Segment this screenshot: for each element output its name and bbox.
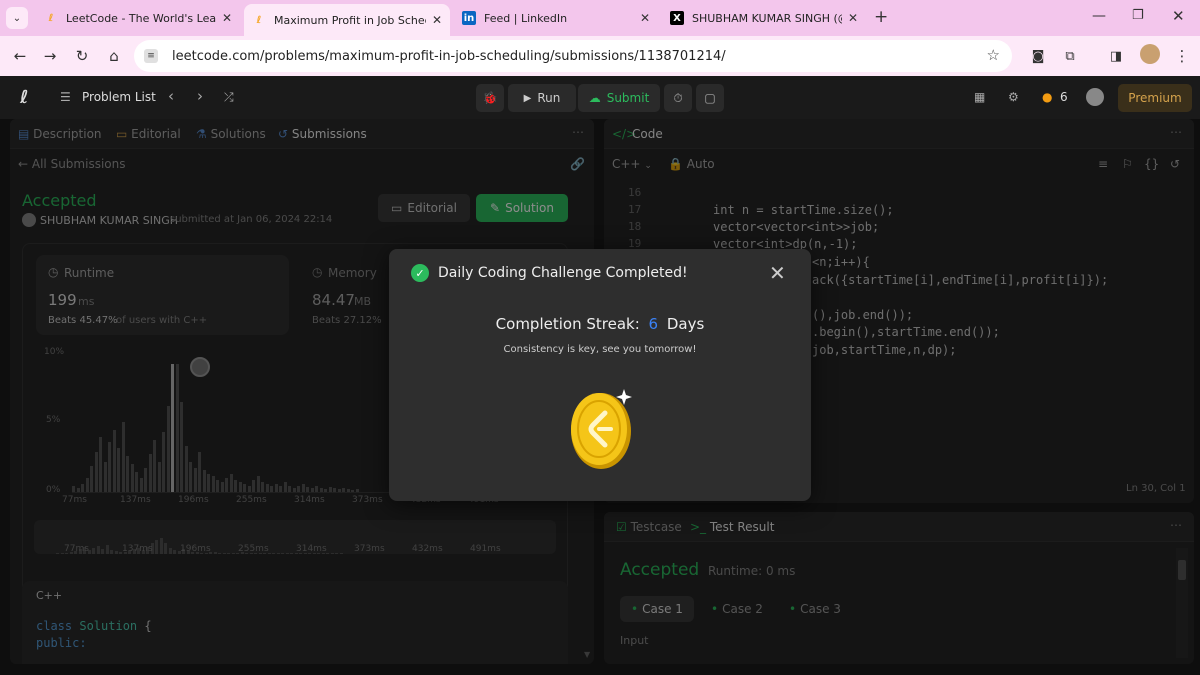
close-window-button[interactable]: ✕ xyxy=(1172,7,1185,25)
check-circle-icon: ✓ xyxy=(411,264,429,282)
back-arrow-icon[interactable]: ← xyxy=(8,44,32,68)
close-icon[interactable]: ✕ xyxy=(769,261,786,285)
modal-message: Consistency is key, see you tomorrow! xyxy=(503,344,697,355)
bookmark-star-icon[interactable]: ☆ xyxy=(987,46,1000,64)
leetcode-icon: ℓ xyxy=(256,14,262,26)
prev-problem-icon[interactable]: ‹ xyxy=(168,87,174,105)
streak-line: Completion Streak: 6 Days xyxy=(495,315,705,333)
menu-kebab-icon[interactable]: ⋮ xyxy=(1170,44,1194,68)
play-icon: ▶ xyxy=(523,92,532,104)
browser-tab-linkedin[interactable]: in Feed | LinkedIn ✕ xyxy=(454,4,658,32)
leetcode-icon: ℓ xyxy=(48,12,54,24)
x-icon: X xyxy=(670,11,684,25)
close-tab-icon[interactable]: ✕ xyxy=(848,11,858,25)
profile-avatar[interactable] xyxy=(1140,44,1160,64)
run-button[interactable]: ▶ Run xyxy=(508,84,576,112)
settings-gear-icon[interactable]: ⚙ xyxy=(1008,90,1019,104)
daily-challenge-modal: ✓ Daily Coding Challenge Completed! ✕ Co… xyxy=(389,249,811,501)
restore-button[interactable]: ❐ xyxy=(1132,8,1144,23)
tab-list-button[interactable]: ⌄ xyxy=(6,7,28,29)
premium-button[interactable]: Premium xyxy=(1118,84,1192,112)
browser-toolbar: ← → ↻ ⌂ ≡ leetcode.com/problems/maximum-… xyxy=(0,36,1200,76)
layout-grid-icon[interactable]: ▦ xyxy=(974,90,985,104)
submit-button[interactable]: ☁ Submit xyxy=(578,84,660,112)
notes-icon[interactable]: ▢ xyxy=(696,84,724,112)
debug-button[interactable]: 🐞 xyxy=(476,84,504,112)
close-tab-icon[interactable]: ✕ xyxy=(640,11,650,25)
extensions-icon[interactable]: ⧉ xyxy=(1058,44,1082,68)
url-bar[interactable]: ≡ leetcode.com/problems/maximum-profit-i… xyxy=(134,40,1012,72)
leetcode-navbar: ℓ ☰ Problem List ‹ › ⤮ 🐞 ▶ Run ☁ Submit … xyxy=(0,76,1200,119)
new-tab-button[interactable]: + xyxy=(874,7,888,27)
minimize-button[interactable]: — xyxy=(1092,8,1106,24)
sidebar-icon[interactable]: ◨ xyxy=(1104,44,1128,68)
browser-tab-x[interactable]: X SHUBHAM KUMAR SINGH (@s ✕ xyxy=(662,4,866,32)
streak-value: 6 xyxy=(648,315,659,333)
close-tab-icon[interactable]: ✕ xyxy=(222,11,232,25)
next-problem-icon[interactable]: › xyxy=(197,87,203,105)
close-tab-icon[interactable]: ✕ xyxy=(432,13,442,27)
site-info-icon[interactable]: ≡ xyxy=(144,49,158,63)
streak-fire-icon[interactable]: ● xyxy=(1042,90,1052,104)
streak-count: 6 xyxy=(1060,90,1068,104)
user-avatar[interactable] xyxy=(1086,88,1104,106)
browser-tab-leetcode[interactable]: ℓ LeetCode - The World's Leading ✕ xyxy=(36,4,240,32)
cloud-upload-icon: ☁ xyxy=(588,91,601,105)
camera-icon[interactable]: ◙ xyxy=(1026,44,1050,68)
browser-tab-bar: ⌄ ℓ LeetCode - The World's Leading ✕ ℓ M… xyxy=(0,0,1200,36)
home-icon[interactable]: ⌂ xyxy=(102,44,126,68)
problem-list-link[interactable]: Problem List xyxy=(82,90,156,104)
browser-tab-problem[interactable]: ℓ Maximum Profit in Job Schedul ✕ xyxy=(244,4,450,36)
timer-icon[interactable]: ⏱ xyxy=(664,84,692,112)
leetcode-logo[interactable]: ℓ xyxy=(20,87,29,108)
forward-arrow-icon[interactable]: → xyxy=(38,44,62,68)
leetcode-coin-icon xyxy=(569,387,635,469)
problem-list-icon: ☰ xyxy=(60,90,71,104)
shuffle-icon[interactable]: ⤮ xyxy=(224,90,234,105)
modal-title: Daily Coding Challenge Completed! xyxy=(438,265,688,281)
reload-icon[interactable]: ↻ xyxy=(70,44,94,68)
linkedin-icon: in xyxy=(462,11,476,25)
